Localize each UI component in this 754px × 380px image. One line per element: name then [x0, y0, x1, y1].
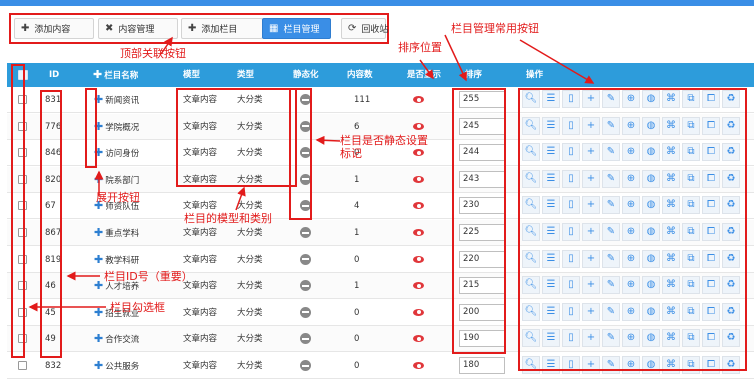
anno-top-buttons: 顶部关联按钮 [120, 47, 186, 60]
anno-column-id: 栏目ID号（重要） [104, 270, 193, 283]
anno-column-checkbox: 栏目勾选框 [110, 301, 165, 314]
anno-static-flag: 栏目是否静态设置 标记 [340, 134, 428, 161]
anno-expand-button: 展开按钮 [96, 191, 140, 204]
anno-model-type: 栏目的模型和类别 [184, 212, 272, 225]
anno-common-buttons: 栏目管理常用按钮 [451, 22, 539, 35]
anno-sort-position: 排序位置 [398, 41, 442, 54]
annotation-arrows [28, 34, 595, 312]
